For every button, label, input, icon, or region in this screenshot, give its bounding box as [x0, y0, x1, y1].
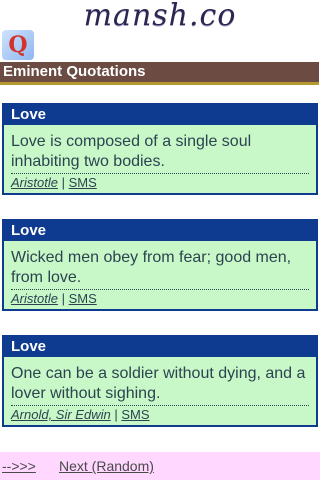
author-link[interactable]: Aristotle: [11, 291, 58, 306]
author-link[interactable]: Arnold, Sir Edwin: [11, 407, 111, 422]
site-logo[interactable]: mansh.co: [0, 0, 320, 32]
quote-icon-glyph: Q: [8, 32, 28, 58]
quote-card: Love Wicked men obey from fear; good men…: [2, 219, 318, 311]
quote-meta: Aristotle | SMS: [11, 174, 309, 191]
next-random-link[interactable]: Next (Random): [59, 452, 154, 480]
quote-text: Love is composed of a single soul inhabi…: [11, 132, 309, 174]
quote-meta: Arnold, Sir Edwin | SMS: [11, 406, 309, 423]
quote-app-icon[interactable]: Q: [2, 30, 34, 60]
quote-topic: Love: [4, 105, 316, 125]
author-link[interactable]: Aristotle: [11, 175, 58, 190]
meta-separator: |: [114, 407, 118, 422]
quote-body: Wicked men obey from fear; good men, fro…: [4, 241, 316, 309]
quote-body: One can be a soldier without dying, and …: [4, 357, 316, 425]
meta-separator: |: [61, 291, 65, 306]
quote-topic: Love: [4, 221, 316, 241]
meta-separator: |: [61, 175, 65, 190]
page: mansh.co Q Eminent Quotations Love Love …: [0, 0, 320, 480]
quote-card: Love One can be a soldier without dying,…: [2, 335, 318, 427]
quote-text: One can be a soldier without dying, and …: [11, 364, 309, 406]
quote-topic: Love: [4, 337, 316, 357]
quote-meta: Aristotle | SMS: [11, 290, 309, 307]
quote-text: Wicked men obey from fear; good men, fro…: [11, 248, 309, 290]
sms-link[interactable]: SMS: [69, 175, 97, 190]
sms-link[interactable]: SMS: [69, 291, 97, 306]
footer-nav: -->>> Next (Random): [0, 452, 320, 480]
logo-text: mansh.co: [83, 0, 237, 33]
section-title: Eminent Quotations: [0, 62, 319, 85]
quote-body: Love is composed of a single soul inhabi…: [4, 125, 316, 193]
quote-card: Love Love is composed of a single soul i…: [2, 103, 318, 195]
arrow-link[interactable]: -->>>: [2, 452, 36, 480]
sms-link[interactable]: SMS: [121, 407, 149, 422]
